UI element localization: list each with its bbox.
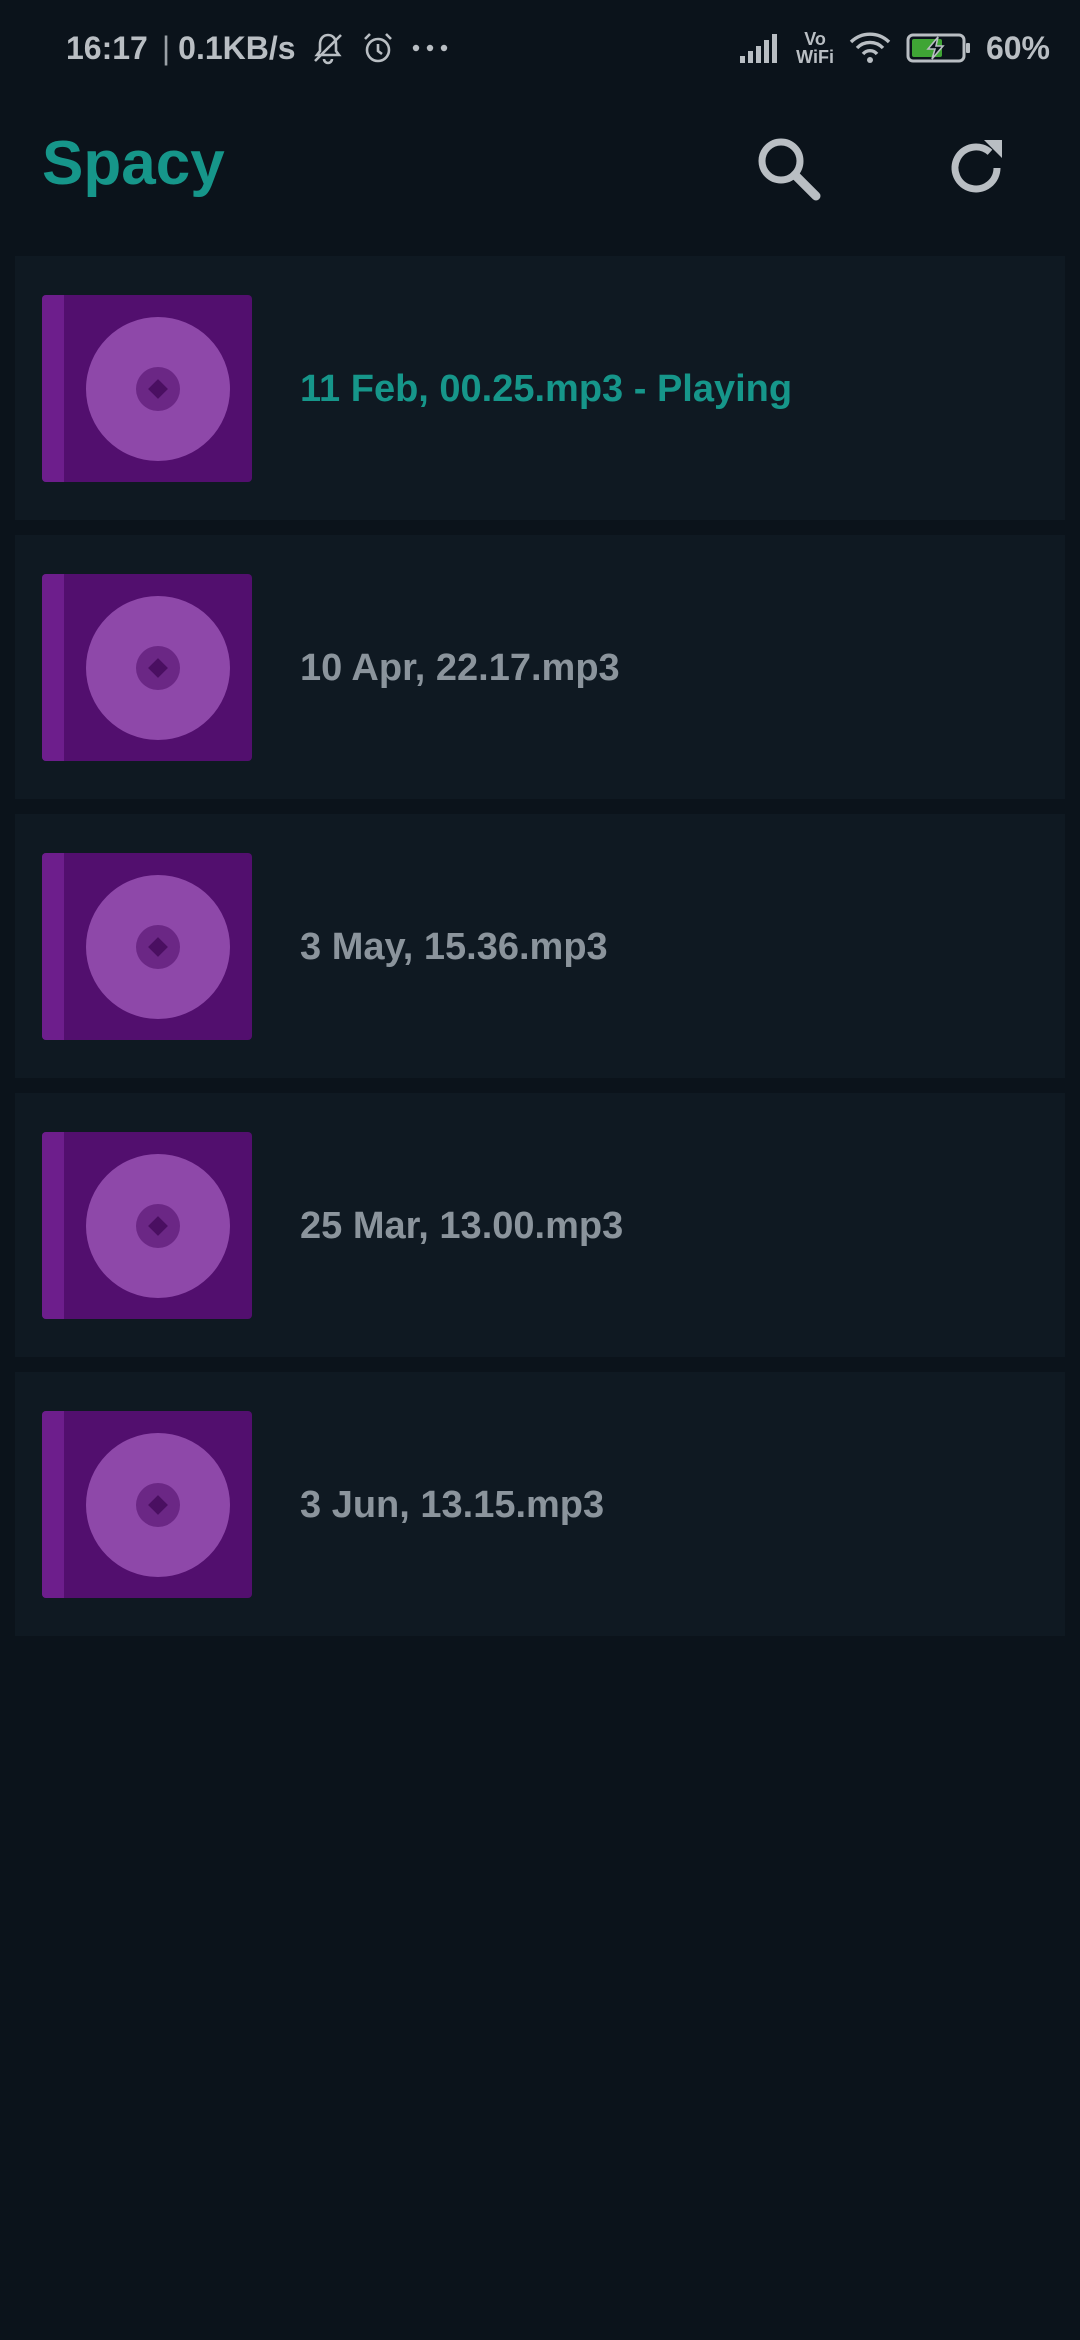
track-item[interactable]: 3 Jun, 13.15.mp3	[15, 1372, 1065, 1636]
wifi-icon	[848, 31, 892, 65]
track-title: 25 Mar, 13.00.mp3	[300, 1205, 624, 1247]
alarm-icon	[360, 30, 396, 66]
search-button[interactable]	[738, 118, 838, 218]
app-bar: Spacy	[0, 96, 1080, 236]
battery-percent: 60%	[985, 29, 1050, 66]
track-title: 10 Apr, 22.17.mp3	[300, 647, 620, 689]
track-title: 11 Feb, 00.25.mp3 - Playing	[300, 368, 793, 410]
track-item[interactable]: 10 Apr, 22.17.mp3	[15, 535, 1065, 799]
volte-wifi-label: Vo WiFi	[796, 30, 834, 66]
track-item[interactable]: 25 Mar, 13.00.mp3	[15, 1093, 1065, 1357]
track-item[interactable]: 3 May, 15.36.mp3	[15, 814, 1065, 1078]
album-art-icon	[42, 1132, 252, 1319]
track-list: 11 Feb, 00.25.mp3 - Playing 10 Apr, 22.1…	[15, 256, 1065, 1651]
signal-icon	[738, 32, 782, 64]
album-art-icon	[42, 853, 252, 1040]
net-speed: 0.1KB/s	[178, 29, 296, 66]
status-separator: |	[161, 29, 171, 66]
status-bar-left: 16:17 | 0.1KB/s	[66, 30, 464, 67]
mute-bell-icon	[310, 30, 346, 66]
status-bar-right: Vo WiFi 60%	[724, 30, 1050, 67]
status-bar: 16:17 | 0.1KB/s Vo WiFi 60%	[0, 0, 1080, 96]
clock: 16:17	[66, 29, 148, 66]
album-art-icon	[42, 574, 252, 761]
refresh-button[interactable]	[926, 118, 1026, 218]
battery-charging-icon	[906, 31, 972, 65]
track-item[interactable]: 11 Feb, 00.25.mp3 - Playing	[15, 256, 1065, 520]
screen: 16:17 | 0.1KB/s Vo WiFi 60% Spacy 11 Feb…	[0, 0, 1080, 2340]
track-title: 3 Jun, 13.15.mp3	[300, 1484, 605, 1526]
album-art-icon	[42, 1411, 252, 1598]
track-title: 3 May, 15.36.mp3	[300, 926, 608, 968]
volte-top: Vo	[804, 29, 826, 49]
volte-bottom: WiFi	[796, 47, 834, 67]
refresh-icon	[951, 140, 1002, 193]
app-title: Spacy	[42, 129, 225, 198]
album-art-icon	[42, 295, 252, 482]
more-dots-icon	[410, 30, 450, 66]
search-icon	[758, 138, 821, 201]
